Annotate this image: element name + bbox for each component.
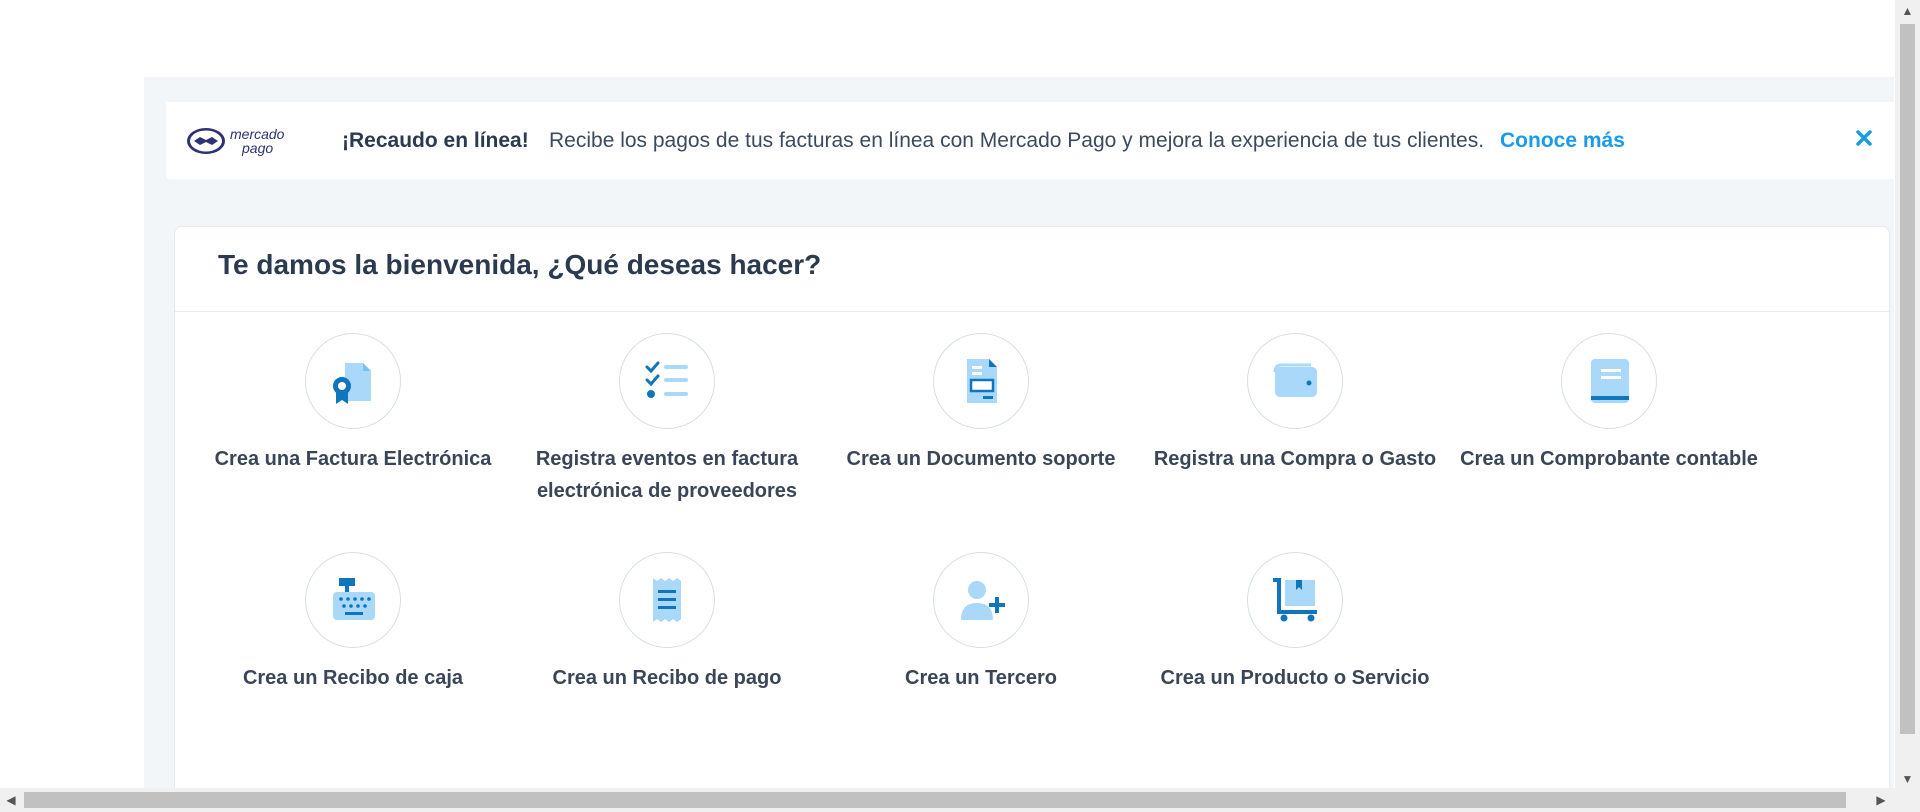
action-label: Crea un Comprobante contable	[1460, 448, 1758, 470]
product-cart-icon	[1247, 552, 1343, 648]
mercado-pago-logo: mercado pago	[186, 122, 296, 160]
scroll-left-arrow-icon[interactable]: ◀	[0, 788, 22, 812]
cash-register-icon	[305, 552, 401, 648]
action-label: Crea un Tercero	[905, 667, 1057, 689]
action-label: Crea un Documento soporte	[846, 448, 1116, 470]
banner-title: ¡Recaudo en línea!	[342, 129, 529, 152]
action-payment-receipt[interactable]: Crea un Recibo de pago	[517, 552, 817, 694]
scroll-up-arrow-icon[interactable]: ▲	[1895, 0, 1920, 22]
action-label: Crea una Factura Electrónica	[214, 448, 492, 470]
support-document-icon	[933, 333, 1029, 429]
scroll-down-arrow-icon[interactable]: ▼	[1895, 768, 1920, 790]
payment-receipt-icon	[619, 552, 715, 648]
mercado-pago-banner: mercado pago ¡Recaudo en línea! Recibe l…	[166, 102, 1894, 179]
action-label: Crea un Recibo de caja	[242, 667, 464, 689]
vertical-scroll-thumb[interactable]	[1900, 24, 1915, 734]
close-icon[interactable]	[1850, 124, 1878, 152]
action-label: Crea un Recibo de pago	[552, 667, 782, 689]
add-person-icon	[933, 552, 1029, 648]
action-label: Crea un Producto o Servicio	[1160, 667, 1430, 689]
action-register-purchase[interactable]: Registra una Compra o Gasto	[1145, 333, 1445, 475]
horizontal-scrollbar[interactable]: ◀ ▶	[0, 788, 1920, 812]
card-divider	[175, 311, 1889, 312]
action-label: Registra una Compra o Gasto	[1153, 448, 1437, 470]
action-create-invoice[interactable]: Crea una Factura Electrónica	[203, 333, 503, 475]
conoce-mas-link[interactable]: Conoce más	[1500, 129, 1625, 153]
banner-message: Recibe los pagos de tus facturas en líne…	[549, 129, 1485, 152]
vertical-scrollbar[interactable]: ▲ ▼	[1895, 0, 1920, 790]
action-create-product[interactable]: Crea un Producto o Servicio	[1145, 552, 1445, 694]
content-area: mercado pago ¡Recaudo en línea! Recibe l…	[144, 77, 1894, 788]
horizontal-scroll-thumb[interactable]	[24, 792, 1846, 808]
wallet-icon	[1247, 333, 1343, 429]
action-cash-receipt[interactable]: Crea un Recibo de caja	[203, 552, 503, 694]
action-accounting-voucher[interactable]: Crea un Comprobante contable	[1459, 333, 1759, 475]
action-register-events[interactable]: Registra eventos en factura electrónica …	[517, 333, 817, 507]
action-label: Registra eventos en factura electrónica …	[535, 448, 799, 502]
scroll-right-arrow-icon[interactable]: ▶	[1870, 788, 1892, 812]
action-create-third-party[interactable]: Crea un Tercero	[831, 552, 1131, 694]
welcome-card: Te damos la bienvenida, ¿Qué deseas hace…	[174, 226, 1890, 788]
action-support-document[interactable]: Crea un Documento soporte	[831, 333, 1131, 475]
invoice-certificate-icon	[305, 333, 401, 429]
accounting-book-icon	[1561, 333, 1657, 429]
svg-text:pago: pago	[241, 140, 273, 156]
checklist-icon	[619, 333, 715, 429]
welcome-title: Te damos la bienvenida, ¿Qué deseas hace…	[218, 249, 822, 280]
